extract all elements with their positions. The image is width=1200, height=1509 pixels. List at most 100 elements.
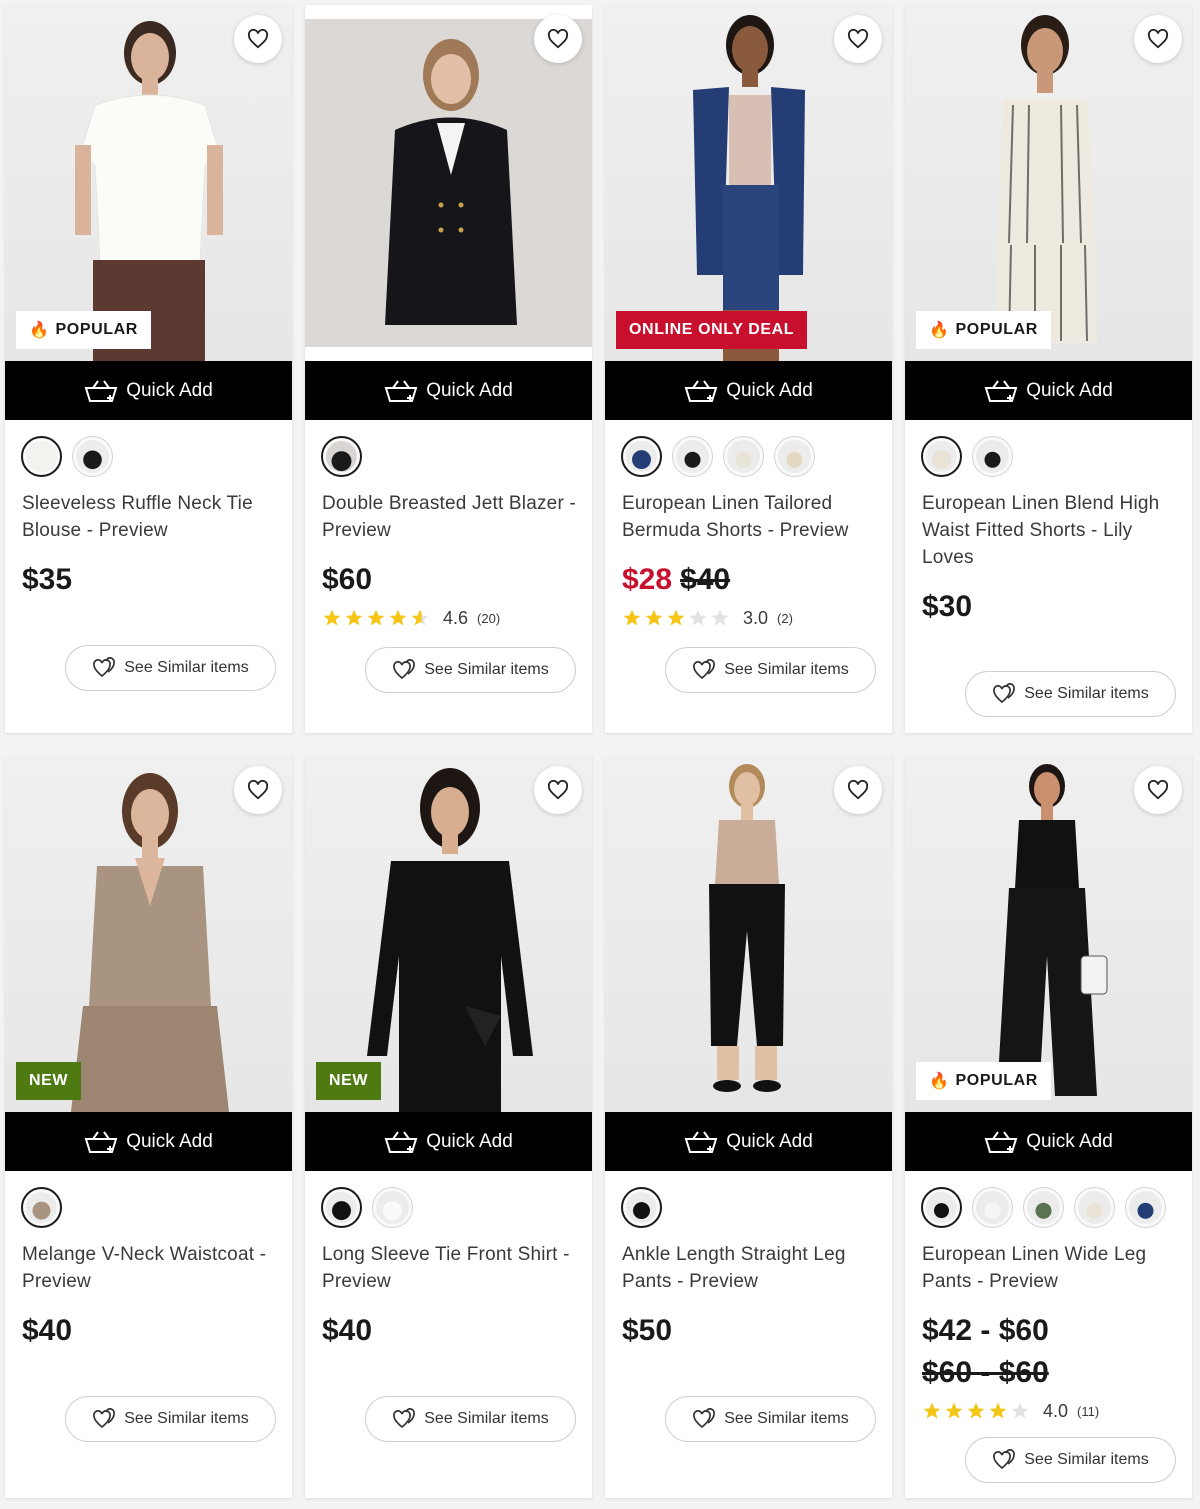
- product-name[interactable]: European Linen Tailored Bermuda Shorts -…: [605, 480, 892, 544]
- color-swatch[interactable]: [621, 1187, 662, 1228]
- quick-add-button[interactable]: Quick Add: [905, 1112, 1192, 1171]
- product-card[interactable]: NEW Quick Add Long Sleeve Tie Front Shir…: [305, 756, 592, 1498]
- quick-add-button[interactable]: Quick Add: [5, 1112, 292, 1171]
- basket-icon: [984, 379, 1018, 402]
- sale-price: $28: [622, 563, 673, 596]
- similar-hearts-icon: [993, 683, 1016, 704]
- heart-icon: [847, 29, 869, 49]
- color-swatch[interactable]: [1074, 1187, 1115, 1228]
- color-swatch[interactable]: [21, 436, 62, 477]
- flame-icon: 🔥: [929, 322, 950, 339]
- star-icon: [1011, 1402, 1029, 1419]
- color-swatches: [5, 1171, 292, 1231]
- see-similar-button[interactable]: See Similar items: [965, 671, 1176, 717]
- basket-icon: [984, 1130, 1018, 1153]
- popular-badge: 🔥 POPULAR: [16, 311, 151, 349]
- wishlist-button[interactable]: [834, 15, 882, 63]
- star-icon: [967, 1402, 985, 1419]
- color-swatch[interactable]: [921, 1187, 962, 1228]
- similar-hearts-icon: [693, 659, 716, 680]
- product-name[interactable]: Long Sleeve Tie Front Shirt - Preview: [305, 1231, 592, 1295]
- rating: 4.0 (11): [905, 1393, 1192, 1423]
- product-card[interactable]: 🔥 POPULAR Quick Add Sleeveless Ruffle Ne…: [5, 5, 292, 733]
- product-price: $30: [922, 590, 973, 623]
- product-card[interactable]: 🔥 POPULAR Quick Add European Linen Wide …: [905, 756, 1192, 1498]
- product-image[interactable]: [605, 756, 892, 1112]
- wishlist-button[interactable]: [1134, 766, 1182, 814]
- color-swatches: [5, 420, 292, 480]
- color-swatch[interactable]: [21, 1187, 62, 1228]
- product-name[interactable]: European Linen Wide Leg Pants - Preview: [905, 1231, 1192, 1295]
- original-price: $40: [680, 563, 731, 596]
- wishlist-button[interactable]: [534, 766, 582, 814]
- see-similar-button[interactable]: See Similar items: [665, 1396, 876, 1442]
- product-image[interactable]: 🔥 POPULAR: [905, 756, 1192, 1112]
- color-swatch[interactable]: [972, 1187, 1013, 1228]
- product-card[interactable]: Quick Add Ankle Length Straight Leg Pant…: [605, 756, 892, 1498]
- star-rating-icon: [922, 1401, 1032, 1421]
- star-icon: [645, 609, 663, 626]
- star-icon: [667, 609, 685, 626]
- heart-icon: [247, 29, 269, 49]
- star-rating-icon: [622, 608, 732, 628]
- product-image[interactable]: NEW: [5, 756, 292, 1112]
- product-image[interactable]: 🔥 POPULAR: [905, 5, 1192, 361]
- color-swatch[interactable]: [972, 436, 1013, 477]
- quick-add-button[interactable]: Quick Add: [605, 1112, 892, 1171]
- color-swatches: [905, 1171, 1192, 1231]
- quick-add-button[interactable]: Quick Add: [5, 361, 292, 420]
- quick-add-button[interactable]: Quick Add: [305, 361, 592, 420]
- similar-hearts-icon: [693, 1408, 716, 1429]
- color-swatch[interactable]: [1125, 1187, 1166, 1228]
- product-card[interactable]: Quick Add Double Breasted Jett Blazer - …: [305, 5, 592, 733]
- popular-badge: 🔥 POPULAR: [916, 1062, 1051, 1100]
- color-swatches: [305, 420, 592, 480]
- color-swatch[interactable]: [672, 436, 713, 477]
- basket-icon: [84, 1130, 118, 1153]
- color-swatch[interactable]: [321, 436, 362, 477]
- color-swatch[interactable]: [921, 436, 962, 477]
- see-similar-button[interactable]: See Similar items: [65, 1396, 276, 1442]
- color-swatches: [605, 1171, 892, 1231]
- quick-add-button[interactable]: Quick Add: [605, 361, 892, 420]
- product-name[interactable]: European Linen Blend High Waist Fitted S…: [905, 480, 1192, 571]
- wishlist-button[interactable]: [534, 15, 582, 63]
- product-card[interactable]: NEW Quick Add Melange V-Neck Waistcoat -…: [5, 756, 292, 1498]
- product-name[interactable]: Melange V-Neck Waistcoat - Preview: [5, 1231, 292, 1295]
- product-price: $28 $40: [605, 544, 892, 600]
- see-similar-button[interactable]: See Similar items: [365, 1396, 576, 1442]
- product-card[interactable]: 🔥 POPULAR Quick Add European Linen Blend…: [905, 5, 1192, 733]
- new-badge: NEW: [16, 1062, 82, 1100]
- quick-add-button[interactable]: Quick Add: [305, 1112, 592, 1171]
- quick-add-button[interactable]: Quick Add: [905, 361, 1192, 420]
- product-card[interactable]: ONLINE ONLY DEAL Quick Add European Line…: [605, 5, 892, 733]
- wishlist-button[interactable]: [834, 766, 882, 814]
- color-swatch[interactable]: [1023, 1187, 1064, 1228]
- product-price: $35: [22, 563, 73, 596]
- popular-badge: 🔥 POPULAR: [916, 311, 1051, 349]
- similar-hearts-icon: [393, 1408, 416, 1429]
- basket-icon: [684, 1130, 718, 1153]
- product-image[interactable]: [305, 5, 592, 361]
- product-name[interactable]: Double Breasted Jett Blazer - Preview: [305, 480, 592, 544]
- color-swatch[interactable]: [372, 1187, 413, 1228]
- color-swatch[interactable]: [723, 436, 764, 477]
- see-similar-button[interactable]: See Similar items: [65, 645, 276, 691]
- color-swatch[interactable]: [72, 436, 113, 477]
- heart-icon: [1147, 780, 1169, 800]
- color-swatch[interactable]: [321, 1187, 362, 1228]
- product-name[interactable]: Ankle Length Straight Leg Pants - Previe…: [605, 1231, 892, 1295]
- wishlist-button[interactable]: [234, 15, 282, 63]
- product-image[interactable]: ONLINE ONLY DEAL: [605, 5, 892, 361]
- wishlist-button[interactable]: [1134, 15, 1182, 63]
- color-swatch[interactable]: [774, 436, 815, 477]
- wishlist-button[interactable]: [234, 766, 282, 814]
- see-similar-button[interactable]: See Similar items: [365, 647, 576, 693]
- see-similar-button[interactable]: See Similar items: [665, 647, 876, 693]
- product-name[interactable]: Sleeveless Ruffle Neck Tie Blouse - Prev…: [5, 480, 292, 544]
- color-swatch[interactable]: [621, 436, 662, 477]
- product-image[interactable]: 🔥 POPULAR: [5, 5, 292, 361]
- product-image[interactable]: NEW: [305, 756, 592, 1112]
- similar-hearts-icon: [393, 659, 416, 680]
- see-similar-button[interactable]: See Similar items: [965, 1437, 1176, 1483]
